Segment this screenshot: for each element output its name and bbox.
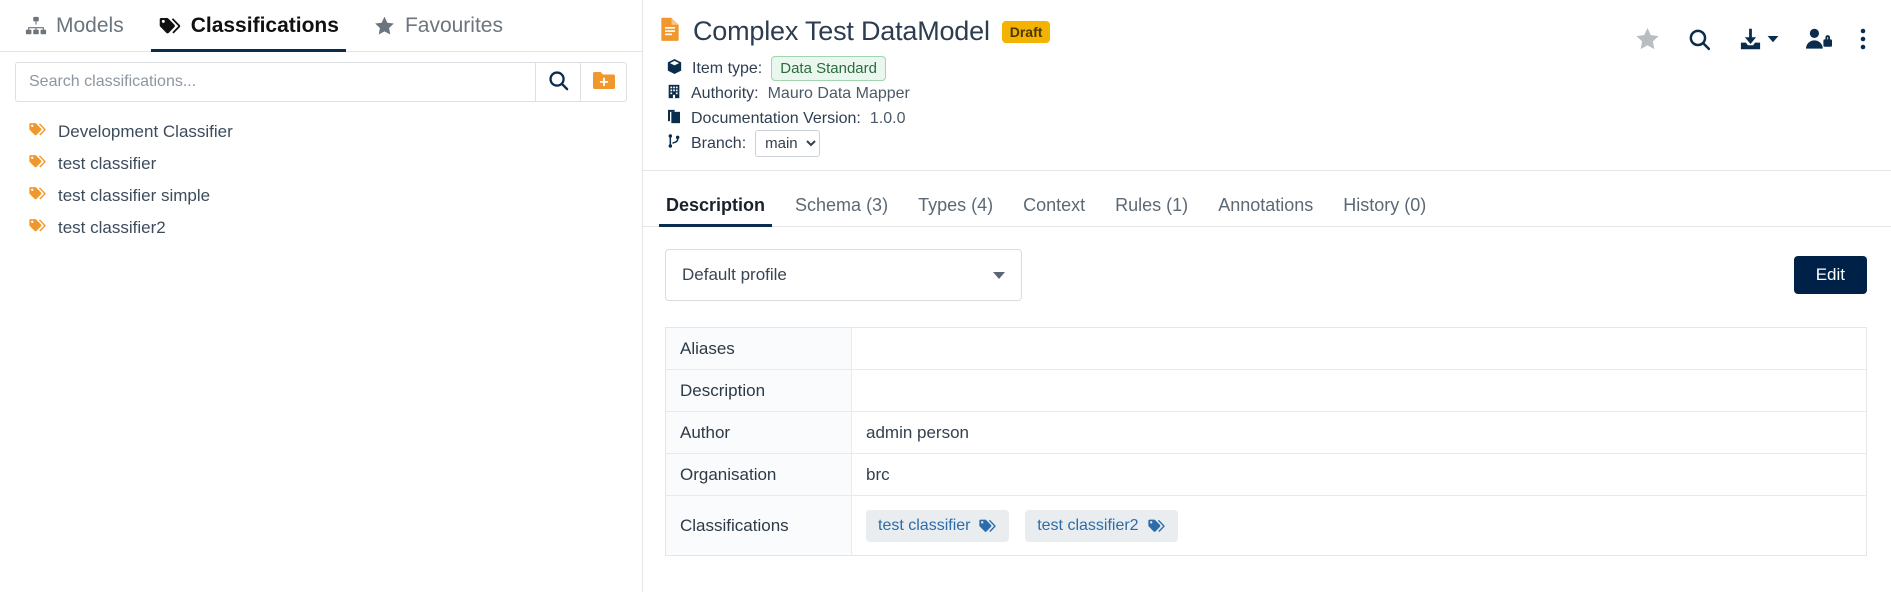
tab-annotations[interactable]: Annotations bbox=[1203, 195, 1328, 226]
tag-icon bbox=[158, 15, 182, 37]
branch-icon bbox=[666, 132, 682, 155]
chevron-down-icon bbox=[1767, 35, 1779, 43]
more-vertical-icon[interactable] bbox=[1859, 27, 1867, 51]
tab-history[interactable]: History (0) bbox=[1328, 195, 1441, 226]
meta-label: Documentation Version: bbox=[691, 109, 861, 127]
meta-item-type: Item type: Data Standard bbox=[666, 56, 1863, 81]
edit-button[interactable]: Edit bbox=[1793, 256, 1867, 294]
tab-types[interactable]: Types (4) bbox=[903, 195, 1008, 226]
meta-label: Item type: bbox=[692, 59, 763, 77]
sitemap-icon bbox=[25, 15, 47, 37]
sidebar-tab-label: Classifications bbox=[190, 13, 339, 37]
meta-label: Branch: bbox=[691, 134, 747, 152]
star-icon bbox=[373, 15, 396, 37]
table-row: Author admin person bbox=[665, 411, 1867, 454]
copy-icon bbox=[666, 108, 682, 130]
table-row: Description bbox=[665, 369, 1867, 412]
classification-search-row bbox=[15, 62, 627, 102]
search-button[interactable] bbox=[535, 62, 581, 102]
table-row: Aliases bbox=[665, 327, 1867, 370]
chevron-down-icon bbox=[993, 271, 1005, 279]
list-item[interactable]: test classifier simple bbox=[28, 180, 642, 212]
sidebar-tab-classifications[interactable]: Classifications bbox=[141, 0, 356, 52]
tag-icon bbox=[28, 121, 47, 143]
branch-select[interactable]: main bbox=[755, 130, 821, 157]
meta-label: Authority: bbox=[691, 84, 759, 102]
list-item-label: test classifier2 bbox=[58, 218, 166, 237]
classification-chip-label: test classifier2 bbox=[1037, 516, 1139, 534]
search-icon bbox=[547, 69, 570, 95]
row-key: Description bbox=[665, 369, 852, 412]
classification-chip[interactable]: test classifier bbox=[866, 509, 1010, 542]
add-folder-icon bbox=[592, 70, 616, 94]
download-icon[interactable] bbox=[1738, 27, 1779, 51]
row-key: Organisation bbox=[665, 453, 852, 496]
building-icon bbox=[666, 83, 682, 105]
row-value-chips: test classifier test classifier2 bbox=[852, 496, 1867, 556]
add-classification-button[interactable] bbox=[581, 62, 627, 102]
tag-icon bbox=[1147, 518, 1166, 534]
row-key: Author bbox=[665, 411, 852, 454]
search-input[interactable] bbox=[15, 62, 535, 102]
tag-icon bbox=[28, 153, 47, 175]
cube-icon bbox=[666, 58, 683, 80]
list-item-label: Development Classifier bbox=[58, 122, 233, 141]
classification-chip-label: test classifier bbox=[878, 516, 971, 534]
status-badge: Draft bbox=[1001, 20, 1051, 43]
list-item[interactable]: test classifier2 bbox=[28, 212, 642, 244]
list-item[interactable]: Development Classifier bbox=[28, 116, 642, 148]
profile-select[interactable]: Default profile bbox=[665, 249, 1022, 301]
row-value bbox=[851, 369, 1867, 412]
meta-branch: Branch: main bbox=[666, 130, 1863, 157]
profile-select-value: Default profile bbox=[682, 265, 787, 284]
document-icon bbox=[659, 16, 681, 47]
user-lock-icon[interactable] bbox=[1805, 27, 1833, 51]
tag-icon bbox=[28, 185, 47, 207]
sidebar-tab-bar: Models Classifications Favourites bbox=[0, 0, 642, 52]
header-action-bar bbox=[1634, 26, 1867, 52]
meta-authority: Authority: Mauro Data Mapper bbox=[666, 81, 1863, 106]
meta-value: 1.0.0 bbox=[869, 109, 906, 127]
classification-chip[interactable]: test classifier2 bbox=[1025, 509, 1178, 542]
table-row: Organisation brc bbox=[665, 453, 1867, 496]
search-icon[interactable] bbox=[1687, 27, 1712, 52]
tab-description[interactable]: Description bbox=[651, 195, 780, 227]
tab-rules[interactable]: Rules (1) bbox=[1100, 195, 1203, 226]
tag-icon bbox=[28, 217, 47, 239]
page-title: Complex Test DataModel bbox=[693, 16, 990, 46]
app-root: Models Classifications Favourites Search… bbox=[0, 0, 1891, 592]
item-type-chip: Data Standard bbox=[771, 56, 886, 81]
detail-tab-bar: Description Schema (3) Types (4) Context… bbox=[643, 185, 1891, 227]
profile-row: Default profile Edit bbox=[643, 227, 1891, 301]
row-key: Classifications bbox=[665, 495, 852, 556]
tab-context[interactable]: Context bbox=[1008, 195, 1100, 226]
list-item-label: test classifier simple bbox=[58, 186, 211, 205]
sidebar-tab-favourites[interactable]: Favourites bbox=[356, 0, 520, 52]
tag-icon bbox=[978, 518, 997, 534]
detail-header: Complex Test DataModel Draft Item type: … bbox=[643, 0, 1891, 171]
sidebar-tab-label: Models bbox=[56, 13, 124, 37]
meta-value: Mauro Data Mapper bbox=[767, 84, 910, 102]
table-row: Classifications test classifier test cla… bbox=[665, 495, 1867, 556]
description-table: Aliases Description Author admin person … bbox=[665, 327, 1867, 556]
row-value bbox=[851, 327, 1867, 370]
datamodel-detail-panel: Complex Test DataModel Draft Item type: … bbox=[643, 0, 1891, 592]
favourite-star-icon[interactable] bbox=[1634, 26, 1661, 52]
sidebar-tab-models[interactable]: Models bbox=[8, 0, 141, 52]
list-item-label: test classifier bbox=[58, 154, 157, 173]
row-value: admin person bbox=[851, 411, 1867, 454]
meta-documentation-version: Documentation Version: 1.0.0 bbox=[666, 106, 1863, 131]
tab-schema[interactable]: Schema (3) bbox=[780, 195, 903, 226]
row-value: brc bbox=[851, 453, 1867, 496]
classifications-sidebar: Models Classifications Favourites Search… bbox=[0, 0, 642, 592]
list-item[interactable]: test classifier bbox=[28, 148, 642, 180]
classification-list: Development Classifier test classifier t… bbox=[0, 116, 642, 592]
sidebar-tab-label: Favourites bbox=[404, 13, 503, 37]
row-key: Aliases bbox=[665, 327, 852, 370]
